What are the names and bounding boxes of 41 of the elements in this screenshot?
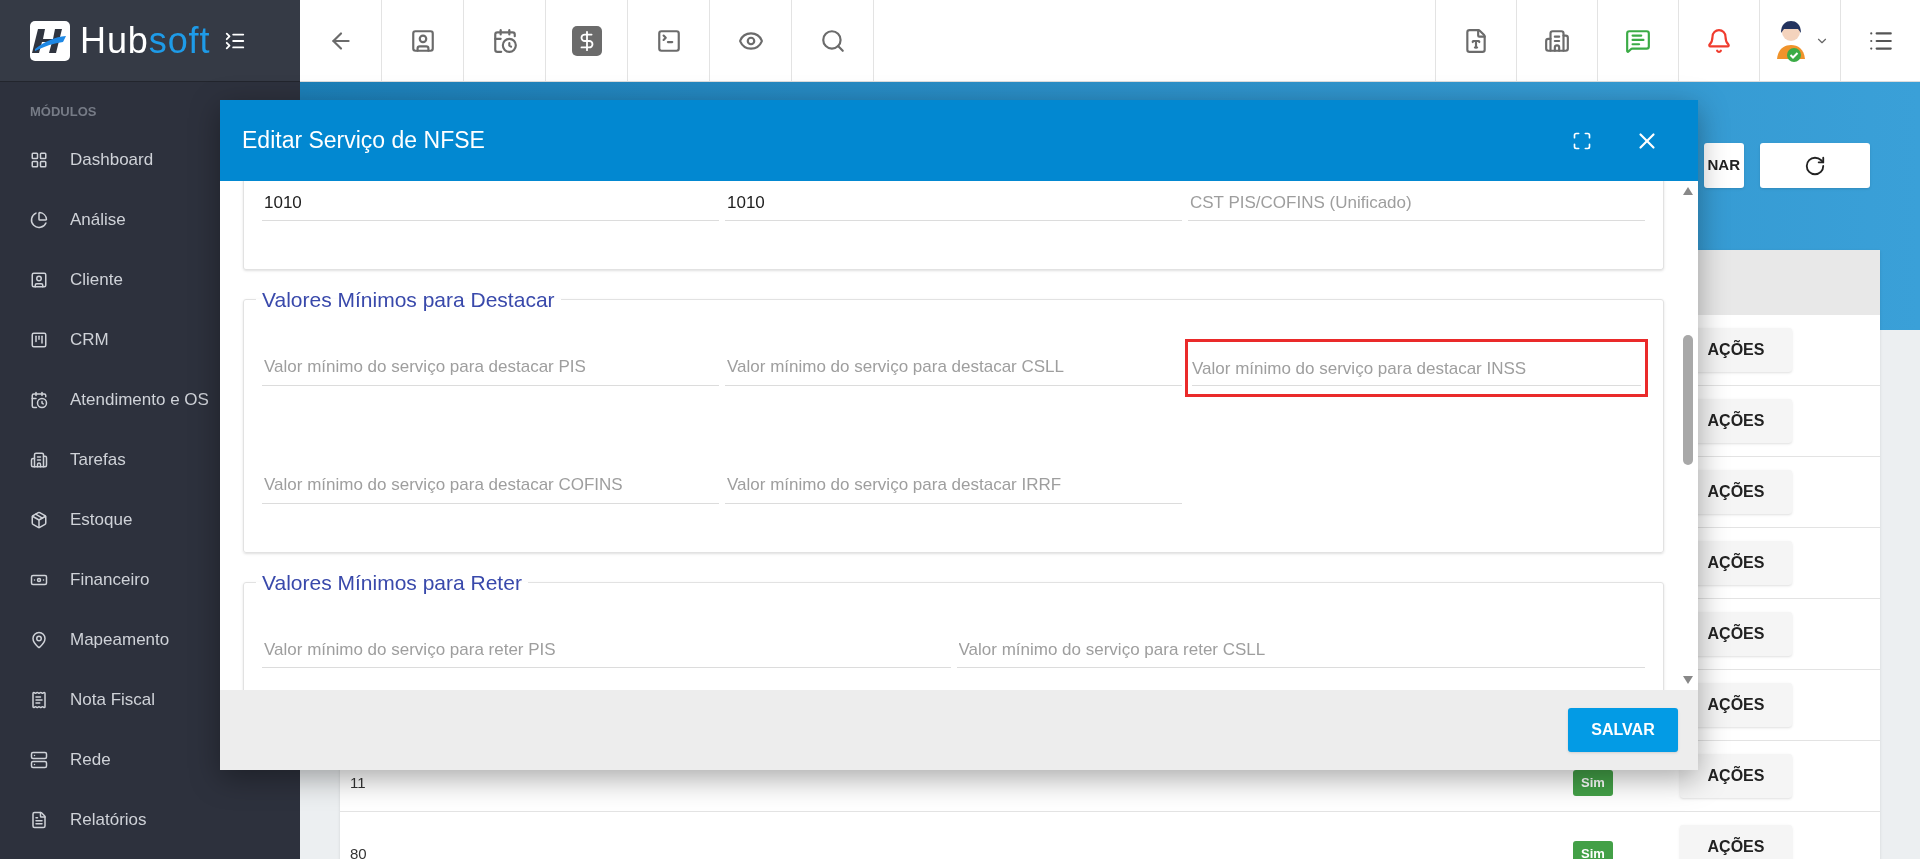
calendar-clock-icon[interactable] xyxy=(491,27,518,54)
input-field[interactable]: 1010 xyxy=(262,185,719,221)
actions-button[interactable]: AÇÕES xyxy=(1680,825,1792,859)
bell-icon[interactable] xyxy=(1706,27,1732,54)
building-icon xyxy=(30,450,48,469)
modal-title: Editar Serviço de NFSE xyxy=(242,126,485,156)
table-cell: 11 xyxy=(350,774,366,791)
input-field[interactable]: Valor mínimo do serviço para destacar INSS xyxy=(1185,338,1648,397)
chat-icon[interactable] xyxy=(1625,27,1651,54)
status-badge: Sim xyxy=(1573,841,1613,859)
sidebar-item[interactable]: Relatórios xyxy=(0,789,300,850)
brand-name: Hubsoft xyxy=(80,22,211,59)
document-icon xyxy=(30,810,48,829)
sidebar-item[interactable]: Rede xyxy=(0,729,300,790)
package-icon xyxy=(30,510,48,529)
search-icon[interactable] xyxy=(819,27,846,54)
receipt-icon xyxy=(30,690,48,709)
server-icon xyxy=(30,750,48,769)
header-button[interactable]: NAR xyxy=(1703,143,1744,188)
status-badge: Sim xyxy=(1573,770,1613,796)
grid-icon xyxy=(30,150,48,169)
dollar-icon[interactable] xyxy=(571,25,602,56)
refresh-icon xyxy=(1804,154,1826,177)
sidebar-item[interactable]: Nota Fiscal xyxy=(0,669,300,730)
contact-card-icon xyxy=(30,270,48,289)
refresh-button[interactable] xyxy=(1760,143,1870,188)
input-field[interactable]: 1010 xyxy=(725,185,1182,221)
map-pin-icon xyxy=(30,630,48,649)
section-heading: MÓDULOS xyxy=(30,103,98,121)
logo-icon xyxy=(30,20,70,61)
calendar-clock-icon xyxy=(30,390,48,409)
section-legend: Valores Mínimos para Reter xyxy=(256,566,528,598)
actions-button[interactable]: AÇÕES xyxy=(1680,754,1792,798)
scrollbar-thumb[interactable] xyxy=(1683,335,1693,465)
contact-card-icon[interactable] xyxy=(409,27,436,54)
table-cell: 80 xyxy=(350,845,367,859)
fullscreen-icon[interactable] xyxy=(1572,130,1592,151)
scroll-up-icon[interactable] xyxy=(1683,187,1693,195)
pie-chart-icon xyxy=(30,210,48,229)
section-legend: Valores Mínimos para Destacar xyxy=(256,284,561,316)
terminal-icon[interactable] xyxy=(655,27,682,54)
